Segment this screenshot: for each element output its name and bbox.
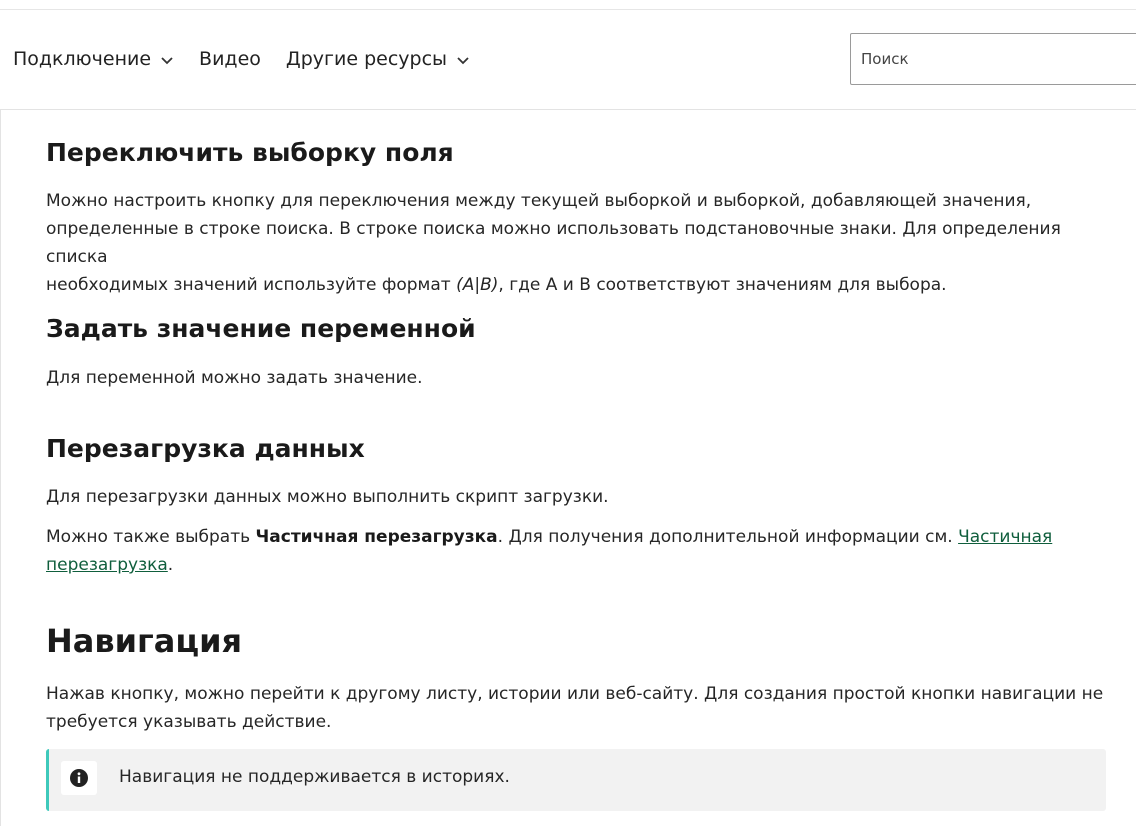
partial-reload-link[interactable]: Частичная [958, 527, 1052, 547]
nav-item-other-resources[interactable]: Другие ресурсы [286, 48, 470, 70]
text-line: необходимых значений используйте формат [46, 275, 457, 295]
main-nav: Подключение Видео Другие ресурсы [13, 10, 495, 108]
format-example: (A|B) [456, 275, 499, 295]
info-icon [61, 761, 97, 795]
nav-item-connect[interactable]: Подключение [13, 48, 174, 70]
top-border [0, 0, 1136, 10]
section-heading-toggle: Переключить выборку поля [46, 138, 454, 167]
chevron-down-icon [456, 53, 470, 67]
ui-term-bold: Частичная перезагрузка [255, 527, 498, 547]
text-line: , где A и B соответствуют значениям для … [498, 275, 947, 295]
search-input[interactable] [850, 33, 1136, 85]
text-span: . Для получения дополнительной информаци… [497, 527, 959, 547]
partial-reload-link[interactable]: перезагрузка [46, 555, 168, 575]
section-text-toggle: Можно настроить кнопку для переключения … [46, 187, 1106, 299]
text-line: Нажав кнопку, можно перейти к другому ли… [46, 684, 1104, 704]
nav-item-label: Видео [199, 48, 261, 70]
text-line: Можно настроить кнопку для переключения … [46, 191, 1032, 211]
text-span: . [167, 555, 174, 575]
section-text-navigation: Нажав кнопку, можно перейти к другому ли… [46, 680, 1103, 736]
info-note: Навигация не поддерживается в историях. [46, 749, 1106, 811]
text-line: определенные в строке поиска. В строке п… [46, 219, 1061, 267]
main-content: Переключить выборку поля Можно настроить… [0, 110, 1136, 826]
nav-item-video[interactable]: Видео [199, 48, 261, 70]
section-heading-variable: Задать значение переменной [46, 314, 476, 343]
nav-item-label: Другие ресурсы [285, 48, 448, 70]
site-header: Подключение Видео Другие ресурсы [0, 10, 1136, 110]
nav-item-label: Подключение [13, 48, 152, 70]
section-text-reload-partial: Можно также выбрать Частичная перезагруз… [46, 523, 1052, 579]
section-text-variable: Для переменной можно задать значение. [46, 368, 423, 388]
text-line: требуется указывать действие. [46, 712, 332, 732]
section-heading-reload: Перезагрузка данных [46, 434, 365, 463]
section-text-reload: Для перезагрузки данных можно выполнить … [46, 487, 609, 507]
text-span: Можно также выбрать [46, 527, 256, 547]
chevron-down-icon [160, 53, 174, 67]
section-heading-navigation: Навигация [46, 622, 243, 660]
info-note-text: Навигация не поддерживается в историях. [119, 767, 510, 787]
